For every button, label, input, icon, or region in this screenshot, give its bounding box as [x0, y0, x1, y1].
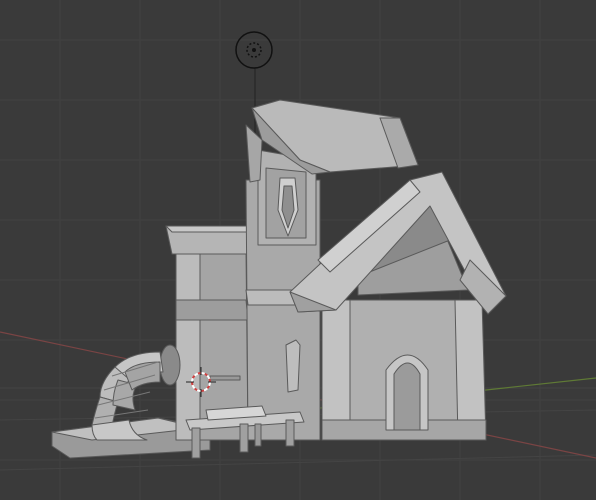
3d-viewport[interactable] [0, 0, 596, 500]
chimney-opening [159, 344, 181, 386]
side-window [285, 339, 301, 393]
lever [209, 375, 241, 381]
viewport-canvas[interactable] [0, 0, 596, 500]
front-door [385, 354, 429, 431]
